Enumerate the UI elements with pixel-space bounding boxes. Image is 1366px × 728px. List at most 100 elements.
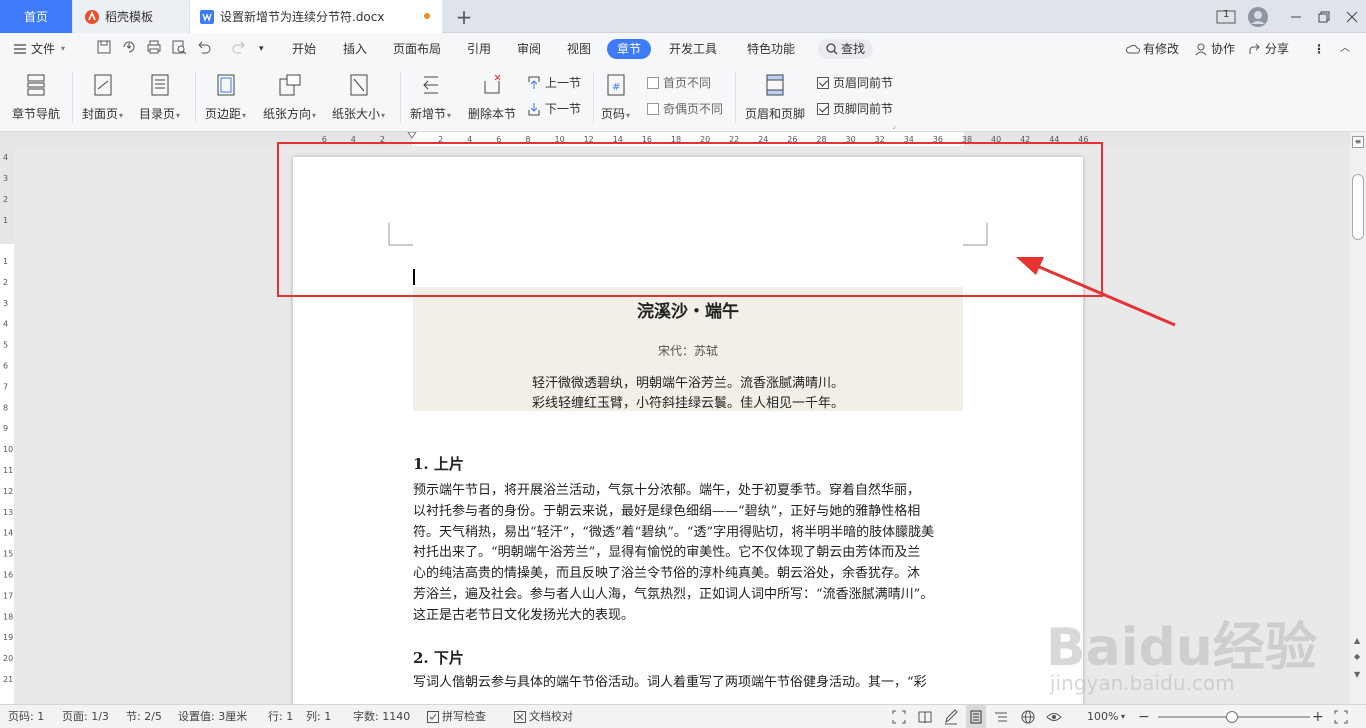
spell-check-button[interactable]: 拼写检查 [427, 705, 486, 728]
menu-item-1[interactable]: 插入 [343, 39, 367, 59]
first-page-different-checkbox[interactable]: 首页不同 [647, 74, 711, 91]
ruler-tick-label: 6 [3, 362, 8, 371]
status-wordcount[interactable]: 字数: 1140 [353, 705, 410, 728]
status-row[interactable]: 行: 1 [268, 705, 293, 728]
zoom-slider-thumb[interactable] [1226, 711, 1238, 723]
poem-line: 轻汗微微透碧纨，明朝端午浴芳兰。流香涨腻满晴川。 [531, 376, 844, 391]
prev-section-label: 上一节 [545, 76, 582, 90]
fullscreen-icon[interactable] [892, 705, 906, 728]
split-view-icon[interactable]: ≡ [1352, 136, 1364, 148]
status-section[interactable]: 节: 2/5 [126, 705, 162, 728]
close-icon[interactable] [1346, 0, 1358, 33]
delete-section-button[interactable]: 删除本节 [468, 71, 516, 122]
print-preview-icon[interactable] [171, 39, 187, 59]
tab-daoke-templates[interactable]: 稻壳模板 [73, 0, 189, 33]
menu-item-5[interactable]: 视图 [567, 39, 591, 59]
fit-window-icon[interactable] [1334, 705, 1348, 728]
share-button[interactable]: 分享 [1248, 39, 1289, 59]
odd-even-different-checkbox[interactable]: 奇偶页不同 [647, 100, 723, 117]
revisions-button[interactable]: 有修改 [1126, 39, 1179, 59]
vertical-ruler[interactable]: 4 3 2 1 1 2 3 4 5 6 7 8 9 10 11 12 13 14 15 16 17 18 19 20 21 [0, 146, 14, 704]
paragraph: 写词人偕朝云参与具体的端午节俗活动。词人着重写了两项端午节俗健身活动。其一，“彩 [413, 673, 965, 694]
prev-section-button[interactable]: 上一节 [527, 74, 581, 91]
save-icon[interactable] [96, 39, 112, 59]
page-number-label: 页码 [601, 107, 626, 121]
tab-home-label: 首页 [23, 10, 48, 24]
scrollbar-thumb[interactable] [1352, 174, 1364, 240]
header-same-as-previous-checkbox[interactable]: 页眉同前节 [817, 74, 893, 91]
menu-item-3[interactable]: 引用 [467, 39, 491, 59]
page-view-icon[interactable] [966, 705, 986, 728]
restore-icon[interactable] [1318, 0, 1330, 33]
menu-bar: 文件 ▾ ▾ 开始 插入 页面布局 引用 审阅 视图 章节 开发工具 特色功能 查找 有修改 协作… [0, 33, 1366, 65]
redo-icon[interactable] [231, 39, 247, 59]
minimize-icon[interactable] [1290, 0, 1302, 33]
paper-size-button[interactable]: 纸张大小▾ [332, 71, 385, 122]
menu-item-8[interactable]: 特色功能 [747, 39, 795, 59]
ribbon-toolbar: 章节导航 封面页▾ 目录页▾ 页边距▾ 纸张方向▾ 纸张大小▾ 新增节▾ 删除本… [0, 65, 1366, 132]
menu-item-0[interactable]: 开始 [292, 39, 316, 59]
header-footer-button[interactable]: 页眉和页脚 [745, 71, 805, 122]
ruler-tick-label: 4 [3, 153, 8, 162]
read-mode-icon[interactable] [918, 705, 932, 728]
outline-view-icon[interactable] [994, 705, 1008, 728]
menu-item-6[interactable]: 章节 [607, 39, 652, 59]
menu-item-2[interactable]: 页面布局 [393, 39, 441, 59]
status-pages[interactable]: 页面: 1/3 [62, 705, 109, 728]
delete-section-icon [481, 71, 503, 99]
page-number-button[interactable]: # 页码▾ [601, 71, 630, 122]
quick-access-dropdown-icon[interactable]: ▾ [259, 39, 264, 59]
print-icon[interactable] [146, 39, 162, 59]
cover-page-button[interactable]: 封面页▾ [82, 71, 123, 122]
paper-size-icon [348, 71, 370, 99]
zoom-in-icon[interactable]: + [1312, 705, 1324, 728]
more-options-icon[interactable]: ⋮ [1313, 39, 1325, 59]
collaborate-label: 协作 [1211, 42, 1236, 56]
watermark-brand: Baidu经验 [1046, 618, 1317, 678]
margins-button[interactable]: 页边距▾ [205, 71, 246, 122]
status-col[interactable]: 列: 1 [306, 705, 331, 728]
zoom-out-icon[interactable]: − [1138, 705, 1150, 728]
export-icon[interactable] [121, 39, 137, 59]
web-view-icon[interactable] [1020, 705, 1036, 728]
header-footer-icon [764, 71, 786, 99]
ribbon-separator [195, 71, 196, 123]
section-nav-label: 章节导航 [12, 107, 61, 121]
footer-same-as-previous-checkbox[interactable]: 页脚同前节 [817, 100, 893, 117]
undo-icon[interactable] [196, 39, 212, 59]
next-section-button[interactable]: 下一节 [527, 100, 581, 117]
new-tab-button[interactable]: + [452, 0, 476, 33]
toc-page-button[interactable]: 目录页▾ [139, 71, 180, 122]
status-setting[interactable]: 设置值: 3厘米 [178, 705, 247, 728]
checkbox-checked-icon [817, 76, 829, 89]
ruler-tick-label: 14 [3, 529, 13, 538]
menu-item-7[interactable]: 开发工具 [669, 39, 717, 59]
write-mode-icon[interactable] [944, 705, 958, 728]
collaborate-button[interactable]: 协作 [1194, 39, 1235, 59]
file-menu[interactable]: 文件 ▾ [14, 39, 65, 59]
eye-protection-icon[interactable] [1046, 705, 1062, 728]
text-line: 心的纯洁高贵的情操美，而且反映了浴兰令节俗的淳朴纯真美。朝云浴处，余香犹存。沐 [413, 566, 921, 582]
new-section-button[interactable]: 新增节▾ [410, 71, 451, 122]
zoom-level[interactable]: 100% [1087, 705, 1118, 728]
zoom-dropdown-icon[interactable]: ▾ [1121, 705, 1125, 728]
menu-item-4[interactable]: 审阅 [517, 39, 541, 59]
window-count-badge[interactable]: 1 [1216, 0, 1236, 33]
dialog-launcher-icon[interactable]: ⌟ [892, 121, 896, 130]
tab-home[interactable]: 首页 [0, 0, 72, 33]
section-nav-button[interactable]: 章节导航 [12, 71, 60, 122]
ruler-tick-label: 10 [3, 445, 13, 454]
status-page[interactable]: 页码: 1 [8, 705, 44, 728]
collapse-ribbon-icon[interactable]: ︿ [1340, 39, 1350, 59]
doc-proof-button[interactable]: 文档校对 [514, 705, 573, 728]
svg-text:#: # [612, 82, 620, 93]
zoom-slider[interactable] [1158, 711, 1310, 723]
checkbox-unchecked-icon [647, 102, 659, 115]
tab-document[interactable]: 设置新增节为连续分节符.docx [190, 0, 442, 33]
orientation-button[interactable]: 纸张方向▾ [263, 71, 316, 122]
ruler-tick-label: 19 [3, 633, 13, 642]
text-line: 以衬托参与者的身份。于朝云来说，最好是绿色细绢——“碧纨”，正好与她的雅静性格相 [413, 503, 921, 519]
spell-check-label: 拼写检查 [442, 710, 486, 723]
search-box[interactable]: 查找 [818, 39, 874, 59]
avatar[interactable] [1248, 0, 1268, 33]
